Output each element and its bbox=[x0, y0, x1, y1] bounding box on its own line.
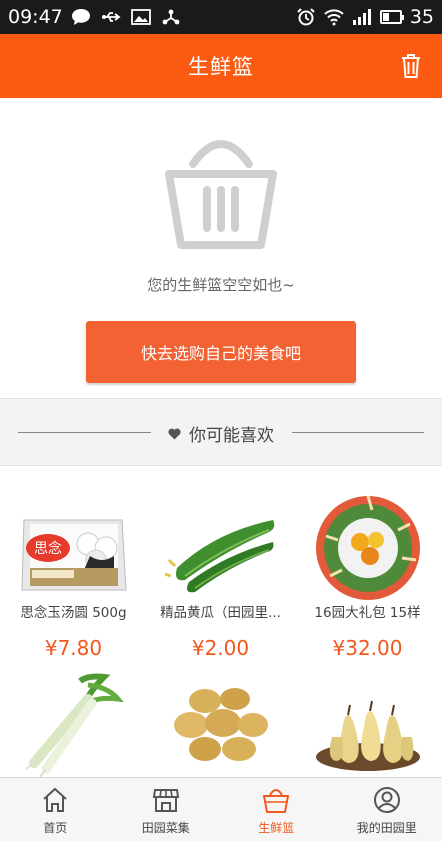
battery-level: 35 bbox=[409, 6, 434, 28]
trash-icon[interactable] bbox=[400, 53, 422, 79]
app-header: 生鲜篮 bbox=[0, 34, 442, 98]
signal-icon bbox=[352, 9, 371, 25]
product-card[interactable] bbox=[294, 671, 441, 778]
tab-market[interactable]: 田园菜集 bbox=[111, 778, 222, 841]
tab-home[interactable]: 首页 bbox=[0, 778, 111, 841]
product-card[interactable] bbox=[0, 671, 147, 778]
go-shopping-button[interactable]: 快去选购自己的美食吧 bbox=[86, 321, 356, 383]
chat-bubble-icon bbox=[71, 9, 90, 25]
tab-label: 生鲜篮 bbox=[258, 821, 295, 835]
tab-basket[interactable]: 生鲜篮 bbox=[221, 778, 332, 841]
scallion-image bbox=[25, 673, 124, 778]
empty-cart-message: 您的生鲜篮空空如也~ bbox=[147, 276, 295, 294]
recommend-header: 你可能喜欢 bbox=[0, 398, 442, 466]
potato-image bbox=[174, 688, 268, 761]
pear-image bbox=[316, 700, 420, 771]
product-card[interactable]: 16园大礼包 15样 ¥32.00 bbox=[294, 466, 441, 666]
gift-pack-image bbox=[316, 495, 420, 600]
product-name: 精品黄瓜（田园里... bbox=[160, 605, 281, 621]
wifi-icon bbox=[324, 9, 344, 26]
package-logo: 思念 bbox=[34, 540, 62, 557]
product-card[interactable] bbox=[147, 671, 294, 778]
store-icon bbox=[152, 789, 179, 812]
product-card[interactable]: 思念 思念玉汤圆 500g ¥7.80 bbox=[0, 466, 147, 666]
share-icon bbox=[162, 9, 180, 25]
image-icon bbox=[130, 9, 151, 25]
product-price: ¥2.00 bbox=[191, 636, 250, 660]
product-card[interactable]: 精品黄瓜（田园里... ¥2.00 bbox=[147, 466, 294, 666]
product-price: ¥32.00 bbox=[332, 636, 403, 660]
product-grid: 思念 思念玉汤圆 500g ¥7.80 精品黄瓜（田园里... ¥2.00 16… bbox=[0, 466, 442, 778]
basket-icon bbox=[263, 789, 290, 813]
empty-cart-section: 您的生鲜篮空空如也~ 快去选购自己的美食吧 bbox=[0, 98, 442, 398]
product-name: 思念玉汤圆 500g bbox=[20, 605, 127, 621]
basket-icon bbox=[165, 140, 277, 249]
tab-label: 田园菜集 bbox=[141, 821, 190, 835]
tab-profile[interactable]: 我的田园里 bbox=[332, 778, 442, 841]
product-name: 16园大礼包 15样 bbox=[314, 605, 421, 621]
product-price: ¥7.80 bbox=[44, 636, 103, 660]
tangyuan-package-image: 思念 bbox=[21, 519, 127, 591]
usb-icon bbox=[101, 12, 121, 22]
status-time: 09:47 bbox=[8, 6, 63, 28]
tab-label: 我的田园里 bbox=[356, 821, 417, 835]
page-title: 生鲜篮 bbox=[188, 55, 254, 79]
heart-icon bbox=[168, 428, 181, 439]
battery-icon bbox=[379, 10, 404, 24]
tab-label: 首页 bbox=[43, 821, 68, 835]
alarm-icon bbox=[297, 8, 315, 26]
home-icon bbox=[43, 787, 67, 812]
recommend-title: 你可能喜欢 bbox=[189, 426, 274, 446]
status-bar: 09:47 35 bbox=[0, 0, 442, 34]
bottom-tab-bar: 首页 田园菜集 生鲜篮 我的田园里 bbox=[0, 777, 442, 841]
user-icon bbox=[373, 787, 400, 813]
cucumber-image bbox=[165, 520, 275, 593]
